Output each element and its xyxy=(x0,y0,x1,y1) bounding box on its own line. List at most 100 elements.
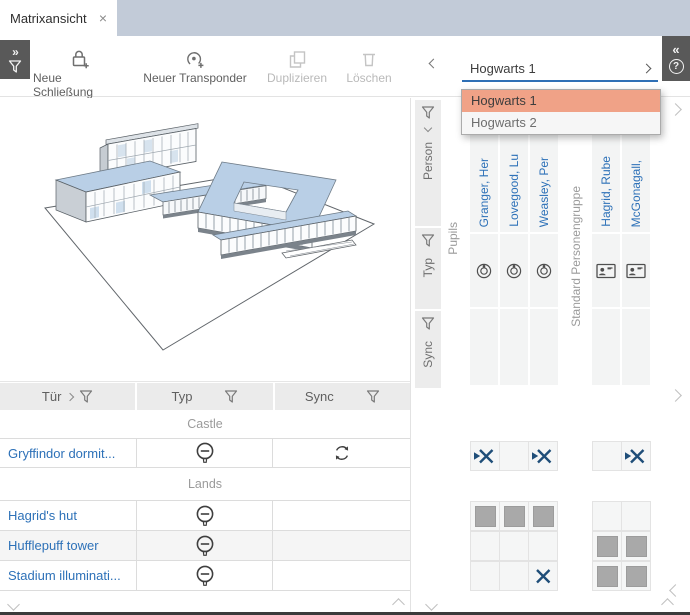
person-name[interactable]: McGonagall, xyxy=(629,160,643,227)
tab-matrixansicht[interactable]: Matrixansicht × xyxy=(0,0,117,36)
app-window: Matrixansicht × » Neue Schließung xyxy=(0,0,690,615)
door-table-header: Tür Typ Sync xyxy=(0,383,410,410)
tab-bar: Matrixansicht × xyxy=(0,0,690,36)
filter-icon xyxy=(8,60,22,73)
scroll-up-icon[interactable] xyxy=(669,389,682,402)
door-row-gryffindor[interactable]: Gryffindor dormit... xyxy=(0,439,410,468)
matrix-cell-row xyxy=(470,501,558,531)
lock-cylinder-icon xyxy=(194,504,216,528)
authorized-square xyxy=(533,506,554,527)
area-group-row-castle[interactable]: Castle xyxy=(0,410,410,439)
authorized-square xyxy=(475,506,496,527)
matrix-cell[interactable] xyxy=(528,501,558,531)
door-name-link[interactable]: Hagrid's hut xyxy=(0,508,136,523)
matrix-cell-row xyxy=(592,561,651,591)
matrix-cell[interactable] xyxy=(470,531,500,561)
door-name-link[interactable]: Stadium illuminati... xyxy=(0,568,136,583)
matrix-cell[interactable] xyxy=(592,501,622,531)
lock-add-icon xyxy=(67,44,91,71)
matrix-cell[interactable] xyxy=(499,531,529,561)
matrix-cell[interactable] xyxy=(470,441,500,471)
new-lock-label: Neue Schließung xyxy=(33,71,125,99)
matrix-cell[interactable] xyxy=(528,561,558,591)
cross-arrow-icon xyxy=(625,446,647,466)
matrix-cell[interactable] xyxy=(621,531,651,561)
new-transponder-button[interactable]: Neuer Transponder xyxy=(133,44,257,85)
row-header-person[interactable]: Person xyxy=(415,100,441,226)
door-row-hufflepuff[interactable]: Hufflepuff tower xyxy=(0,531,410,561)
matrix-cell[interactable] xyxy=(528,441,558,471)
person-sync-cell xyxy=(470,309,498,385)
row-header-typ-label: Typ xyxy=(421,258,435,277)
person-name[interactable]: Weasley, Per xyxy=(537,157,551,227)
matrix-cell[interactable] xyxy=(528,531,558,561)
plan-selector[interactable]: Hogwarts 1 xyxy=(462,57,658,82)
filter-icon[interactable] xyxy=(421,106,435,119)
delete-label: Löschen xyxy=(346,71,391,85)
area-group-row-lands[interactable]: Lands xyxy=(0,468,410,501)
person-sync-cell xyxy=(622,309,650,385)
person-type-cell xyxy=(470,234,498,307)
matrix-cell[interactable] xyxy=(592,441,622,471)
filter-icon[interactable] xyxy=(366,390,380,403)
new-lock-button[interactable]: Neue Schließung xyxy=(33,44,125,99)
scroll-right-icon[interactable] xyxy=(661,598,674,611)
filter-icon[interactable] xyxy=(421,317,435,330)
person-name[interactable]: Lovegood, Lu xyxy=(507,154,521,227)
area-group-label: Lands xyxy=(188,477,222,491)
cross-arrow-icon xyxy=(474,446,496,466)
lock-cylinder-icon xyxy=(194,564,216,588)
filter-icon[interactable] xyxy=(421,234,435,247)
help-icon[interactable]: ? xyxy=(669,59,684,74)
toolbar-overflow-chevron-icon[interactable] xyxy=(429,59,439,69)
delete-button[interactable]: Löschen xyxy=(340,44,398,85)
column-header-tuer[interactable]: Tür xyxy=(0,383,135,410)
door-name-link[interactable]: Gryffindor dormit... xyxy=(0,446,136,461)
door-name-link[interactable]: Hufflepuff tower xyxy=(0,538,136,553)
duplicate-button[interactable]: Duplizieren xyxy=(261,44,333,85)
column-header-typ[interactable]: Typ xyxy=(137,383,272,410)
person-sync-cell xyxy=(592,309,620,385)
dropdown-option-hogwarts-1[interactable]: Hogwarts 1 xyxy=(462,90,660,112)
scroll-up-icon[interactable] xyxy=(669,103,682,116)
filter-icon[interactable] xyxy=(79,390,93,403)
filter-icon[interactable] xyxy=(224,390,238,403)
id-card-icon xyxy=(626,263,646,279)
matrix-cell[interactable] xyxy=(499,561,529,591)
authorized-square xyxy=(504,506,525,527)
sync-state-cell xyxy=(272,501,410,530)
matrix-cell[interactable] xyxy=(470,561,500,591)
tab-close-icon[interactable]: × xyxy=(99,11,107,25)
duplicate-label: Duplizieren xyxy=(267,71,327,85)
matrix-cell[interactable] xyxy=(470,501,500,531)
row-header-sync[interactable]: Sync xyxy=(415,311,441,388)
row-header-typ[interactable]: Typ xyxy=(415,228,441,309)
collapse-icon: « xyxy=(672,43,679,56)
transponder-icon xyxy=(535,262,553,280)
door-row-stadium[interactable]: Stadium illuminati... xyxy=(0,561,410,591)
matrix-cell[interactable] xyxy=(621,441,651,471)
duplicate-icon xyxy=(285,44,309,71)
matrix-cell[interactable] xyxy=(592,561,622,591)
scroll-left-icon[interactable] xyxy=(425,598,438,611)
scroll-right-icon[interactable] xyxy=(392,598,405,611)
transponder-add-icon xyxy=(182,44,208,71)
matrix-cell[interactable] xyxy=(592,531,622,561)
scroll-left-icon[interactable] xyxy=(7,598,20,611)
person-name[interactable]: Hagrid, Rube xyxy=(599,156,613,227)
matrix-cell[interactable] xyxy=(621,501,651,531)
sync-state-cell xyxy=(272,439,410,467)
help-panel-block[interactable]: « ? xyxy=(662,36,690,81)
matrix-cell[interactable] xyxy=(499,441,529,471)
lock-cylinder-icon xyxy=(194,534,216,558)
person-name[interactable]: Granger, Her xyxy=(477,158,491,227)
column-header-sync[interactable]: Sync xyxy=(275,383,410,410)
matrix-cell[interactable] xyxy=(499,501,529,531)
scroll-down-icon[interactable] xyxy=(669,584,682,597)
door-row-hagrids-hut[interactable]: Hagrid's hut xyxy=(0,501,410,531)
filter-panel-toggle[interactable]: » xyxy=(0,40,30,79)
dropdown-option-hogwarts-2[interactable]: Hogwarts 2 xyxy=(462,112,660,134)
plan-dropdown-list: Hogwarts 1 Hogwarts 2 xyxy=(461,89,661,135)
matrix-cell-row xyxy=(470,561,558,591)
matrix-cell[interactable] xyxy=(621,561,651,591)
